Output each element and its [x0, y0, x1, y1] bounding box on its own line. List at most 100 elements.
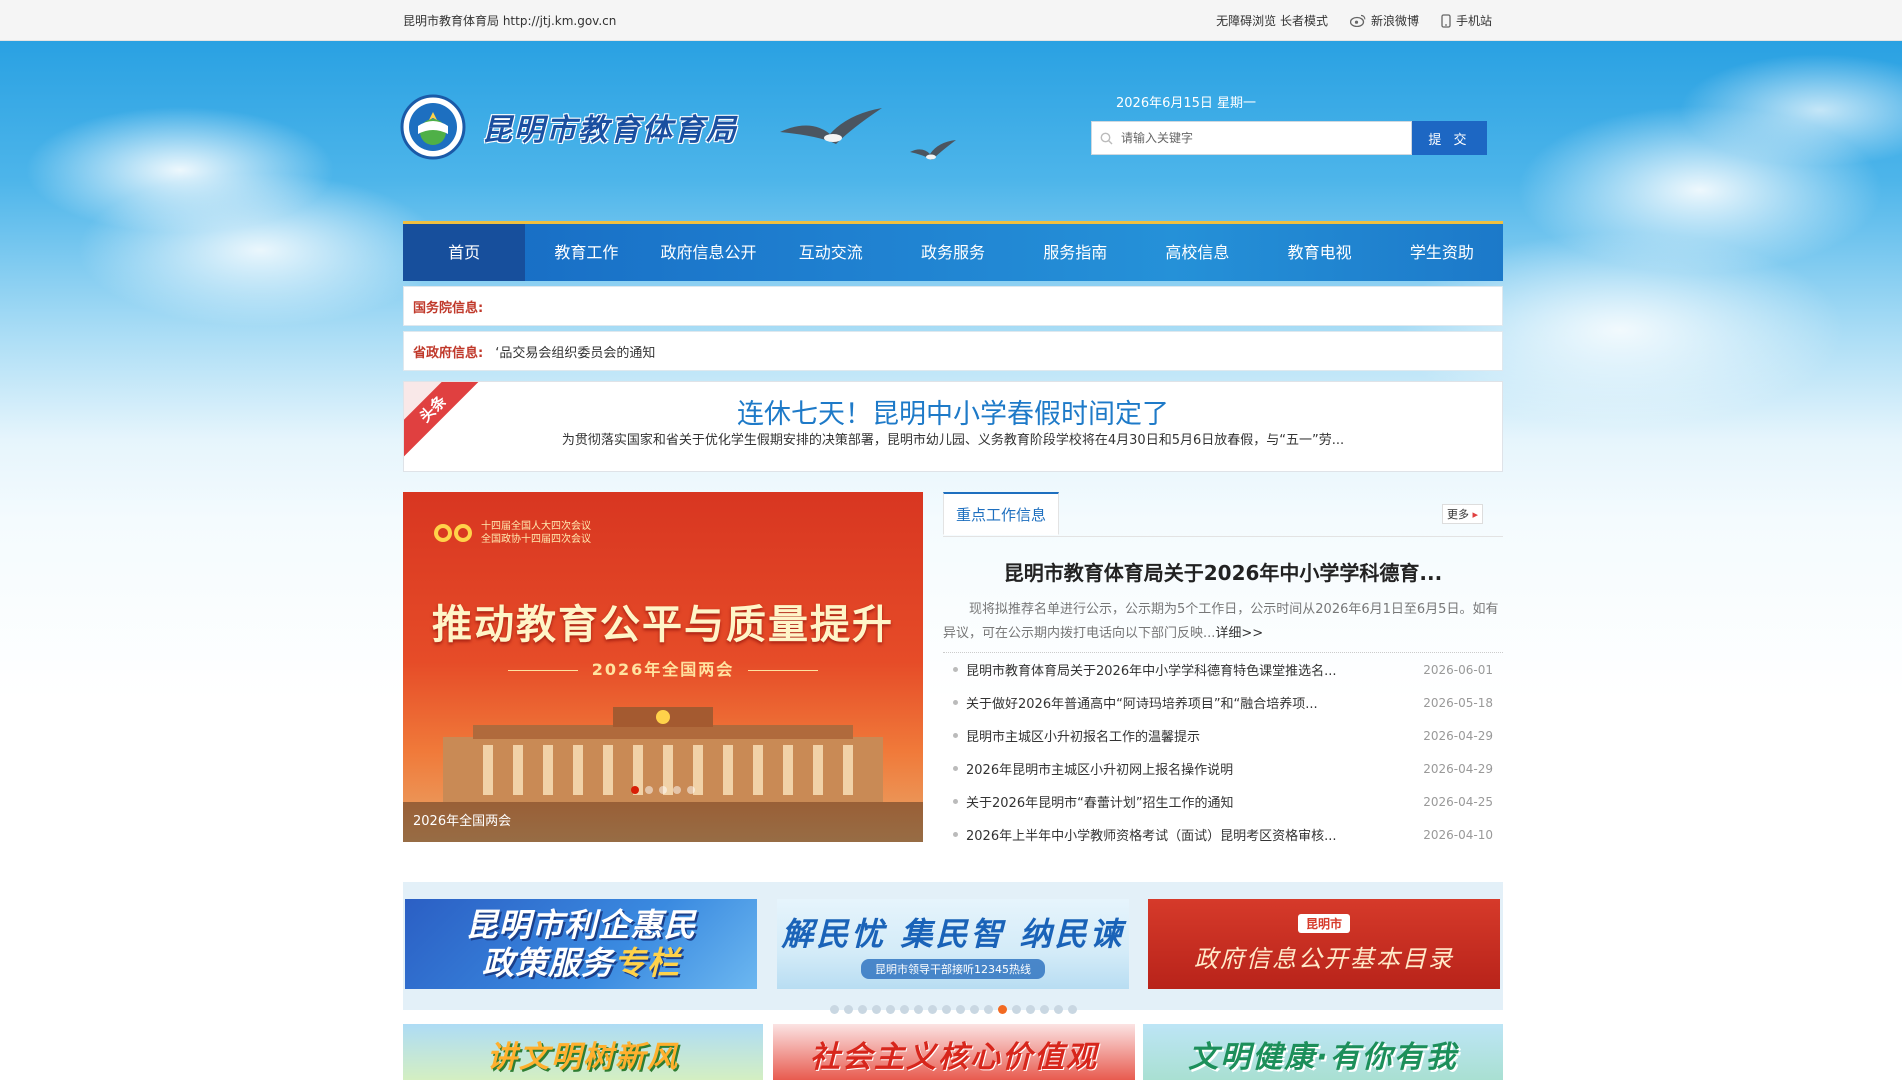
banner-dot[interactable]	[997, 1005, 1007, 1014]
nav-education-tv[interactable]: 教育电视	[1259, 224, 1381, 281]
news-slider[interactable]: 十四届全国人大四次会议 全国政协十四届四次会议 推动教育公平与质量提升 2026…	[403, 492, 923, 842]
featured-title[interactable]: 昆明市教育体育局关于2026年中小学学科德育...	[943, 557, 1503, 586]
logo-text: 昆明市教育体育局	[482, 113, 738, 148]
banner-business-policy[interactable]: 昆明市利企惠民 政策服务专栏	[405, 899, 757, 989]
bullet-icon	[953, 799, 958, 804]
featured-summary: 现将拟推荐名单进行公示，公示期为5个工作日，公示时间从2026年6月1日至6月5…	[943, 598, 1503, 646]
top-bar: 昆明市教育体育局 http://jtj.km.gov.cn 无障碍浏览 长者模式…	[0, 0, 1902, 41]
headline-title[interactable]: 连休七天！昆明中小学春假时间定了	[404, 392, 1502, 431]
state-council-label: 国务院信息:	[413, 300, 484, 316]
list-item-title[interactable]: 昆明市教育体育局关于2026年中小学学科德育特色课堂推选名...	[966, 660, 1423, 679]
slider-meeting-lines: 十四届全国人大四次会议 全国政协十四届四次会议	[481, 520, 591, 546]
province-label: 省政府信息:	[413, 345, 484, 361]
banner-core-values[interactable]: 社会主义核心价值观	[773, 1024, 1135, 1080]
banner-dot[interactable]	[941, 1005, 951, 1014]
banner-dot[interactable]	[843, 1005, 853, 1014]
more-label: 更多	[1446, 508, 1469, 521]
bullet-icon	[953, 667, 958, 672]
banner-info-catalog[interactable]: 昆明市 政府信息公开基本目录	[1148, 899, 1500, 989]
slider-dot[interactable]	[687, 786, 695, 794]
nav-gov-services[interactable]: 政务服务	[892, 224, 1014, 281]
banner-dot[interactable]	[1039, 1005, 1049, 1014]
accessibility-link[interactable]: 无障碍浏览 长者模式	[1216, 12, 1328, 29]
banner-dot[interactable]	[829, 1005, 839, 1014]
province-text[interactable]: ‘品交易会组织委员会的通知	[495, 342, 655, 361]
banner-dot[interactable]	[983, 1005, 993, 1014]
banner-dot[interactable]	[927, 1005, 937, 1014]
banner-hotline-line1: 解民忧 集民智 纳民谏	[781, 915, 1125, 953]
banner-catalog-tag: 昆明市	[1297, 914, 1350, 933]
search-submit-button[interactable]: 提 交	[1412, 121, 1487, 155]
national-emblem-icon	[434, 524, 472, 542]
nav-gov-info-disclosure[interactable]: 政府信息公开	[647, 224, 769, 281]
weibo-label: 新浪微博	[1370, 14, 1419, 28]
slider-meeting-line1: 十四届全国人大四次会议	[481, 521, 591, 532]
tab-key-work[interactable]: 重点工作信息	[943, 492, 1060, 535]
nav-service-guide[interactable]: 服务指南	[1014, 224, 1136, 281]
slider-dot[interactable]	[659, 786, 667, 794]
list-item-title[interactable]: 昆明市主城区小升初报名工作的温馨提示	[966, 726, 1423, 745]
bullet-icon	[953, 766, 958, 771]
key-work-list: 昆明市教育体育局关于2026年中小学学科德育特色课堂推选名... 2026-06-…	[943, 653, 1503, 851]
banner-dot[interactable]	[885, 1005, 895, 1014]
slider-caption[interactable]: 2026年全国两会	[403, 802, 923, 842]
banner-civilization[interactable]: 讲文明树新风	[403, 1024, 763, 1080]
banner-dot[interactable]	[1053, 1005, 1063, 1014]
banner-core-values-text: 社会主义核心价值观	[810, 1040, 1098, 1075]
list-item[interactable]: 昆明市主城区小升初报名工作的温馨提示 2026-04-29	[943, 719, 1503, 752]
bullet-icon	[953, 832, 958, 837]
mobile-label: 手机站	[1455, 14, 1492, 28]
list-item-title[interactable]: 关于做好2026年普通高中“阿诗玛培养项目”和“融合培养项...	[966, 693, 1423, 712]
mobile-site-link[interactable]: 手机站	[1441, 12, 1492, 29]
banner-dot[interactable]	[1025, 1005, 1035, 1014]
phone-icon	[1441, 13, 1451, 28]
list-item-title[interactable]: 关于2026年昆明市“春蕾计划”招生工作的通知	[966, 792, 1423, 811]
banner-dot[interactable]	[955, 1005, 965, 1014]
search-box	[1091, 121, 1412, 155]
nav-home[interactable]: 首页	[403, 224, 526, 281]
slider-dot[interactable]	[631, 786, 639, 794]
more-link[interactable]: 更多 ▸	[1441, 504, 1483, 524]
weibo-link[interactable]: 新浪微博	[1349, 12, 1419, 29]
main-nav: 首页 教育工作 政府信息公开 互动交流 政务服务 服务指南 高校信息 教育电视 …	[403, 221, 1503, 281]
banner-hotline[interactable]: 解民忧 集民智 纳民谏 昆明市领导干部接听12345热线	[777, 899, 1129, 989]
banner-dot[interactable]	[857, 1005, 867, 1014]
nav-interaction[interactable]: 互动交流	[770, 224, 892, 281]
list-item[interactable]: 昆明市教育体育局关于2026年中小学学科德育特色课堂推选名... 2026-06-…	[943, 653, 1503, 686]
banner-dot[interactable]	[913, 1005, 923, 1014]
slider-header: 十四届全国人大四次会议 全国政协十四届四次会议	[433, 520, 591, 546]
weibo-icon	[1349, 14, 1366, 27]
banner-dot[interactable]	[1067, 1005, 1077, 1014]
slider-dot[interactable]	[645, 786, 653, 794]
banner-dot[interactable]	[1011, 1005, 1021, 1014]
slider-dot[interactable]	[673, 786, 681, 794]
banner-health[interactable]: 文明健康·有你有我	[1143, 1024, 1503, 1080]
slider-subline: 2026年全国两会	[403, 656, 923, 680]
nav-education-work[interactable]: 教育工作	[525, 224, 647, 281]
list-item[interactable]: 2026年昆明市主城区小升初网上报名操作说明 2026-04-29	[943, 752, 1503, 785]
list-item-title[interactable]: 2026年上半年中小学教师资格考试（面试）昆明考区资格审核...	[966, 825, 1423, 844]
site-url: 昆明市教育体育局 http://jtj.km.gov.cn	[403, 14, 617, 28]
province-notice: 省政府信息: ‘品交易会组织委员会的通知	[403, 331, 1503, 371]
search-icon	[1100, 132, 1113, 144]
search-input[interactable]	[1119, 130, 1403, 146]
site-logo[interactable]: 昆明市教育体育局	[400, 94, 738, 160]
headline-summary[interactable]: 为贯彻落实国家和省关于优化学生假期安排的决策部署，昆明市幼儿园、义务教育阶段学校…	[404, 429, 1502, 448]
key-work-tabs: 重点工作信息 更多 ▸	[943, 492, 1503, 537]
emblem-icon	[400, 94, 466, 160]
list-item-date: 2026-04-29	[1423, 761, 1493, 776]
banner-dot[interactable]	[969, 1005, 979, 1014]
banner-dot[interactable]	[871, 1005, 881, 1014]
featured-detail-link[interactable]: 详细>>	[1215, 626, 1263, 641]
banner-health-text: 文明健康·有你有我	[1188, 1040, 1458, 1075]
list-item[interactable]: 2026年上半年中小学教师资格考试（面试）昆明考区资格审核... 2026-04-…	[943, 818, 1503, 851]
current-date: 2026年6月15日 星期一	[1116, 96, 1257, 111]
banner-business-line2b: 专栏	[614, 944, 681, 982]
list-item-title[interactable]: 2026年昆明市主城区小升初网上报名操作说明	[966, 759, 1423, 778]
list-item[interactable]: 关于做好2026年普通高中“阿诗玛培养项目”和“融合培养项... 2026-05-…	[943, 686, 1503, 719]
nav-university-info[interactable]: 高校信息	[1136, 224, 1258, 281]
banner-business-line1: 昆明市利企惠民	[465, 906, 697, 944]
list-item[interactable]: 关于2026年昆明市“春蕾计划”招生工作的通知 2026-04-25	[943, 785, 1503, 818]
banner-dot[interactable]	[899, 1005, 909, 1014]
nav-student-aid[interactable]: 学生资助	[1381, 224, 1503, 281]
